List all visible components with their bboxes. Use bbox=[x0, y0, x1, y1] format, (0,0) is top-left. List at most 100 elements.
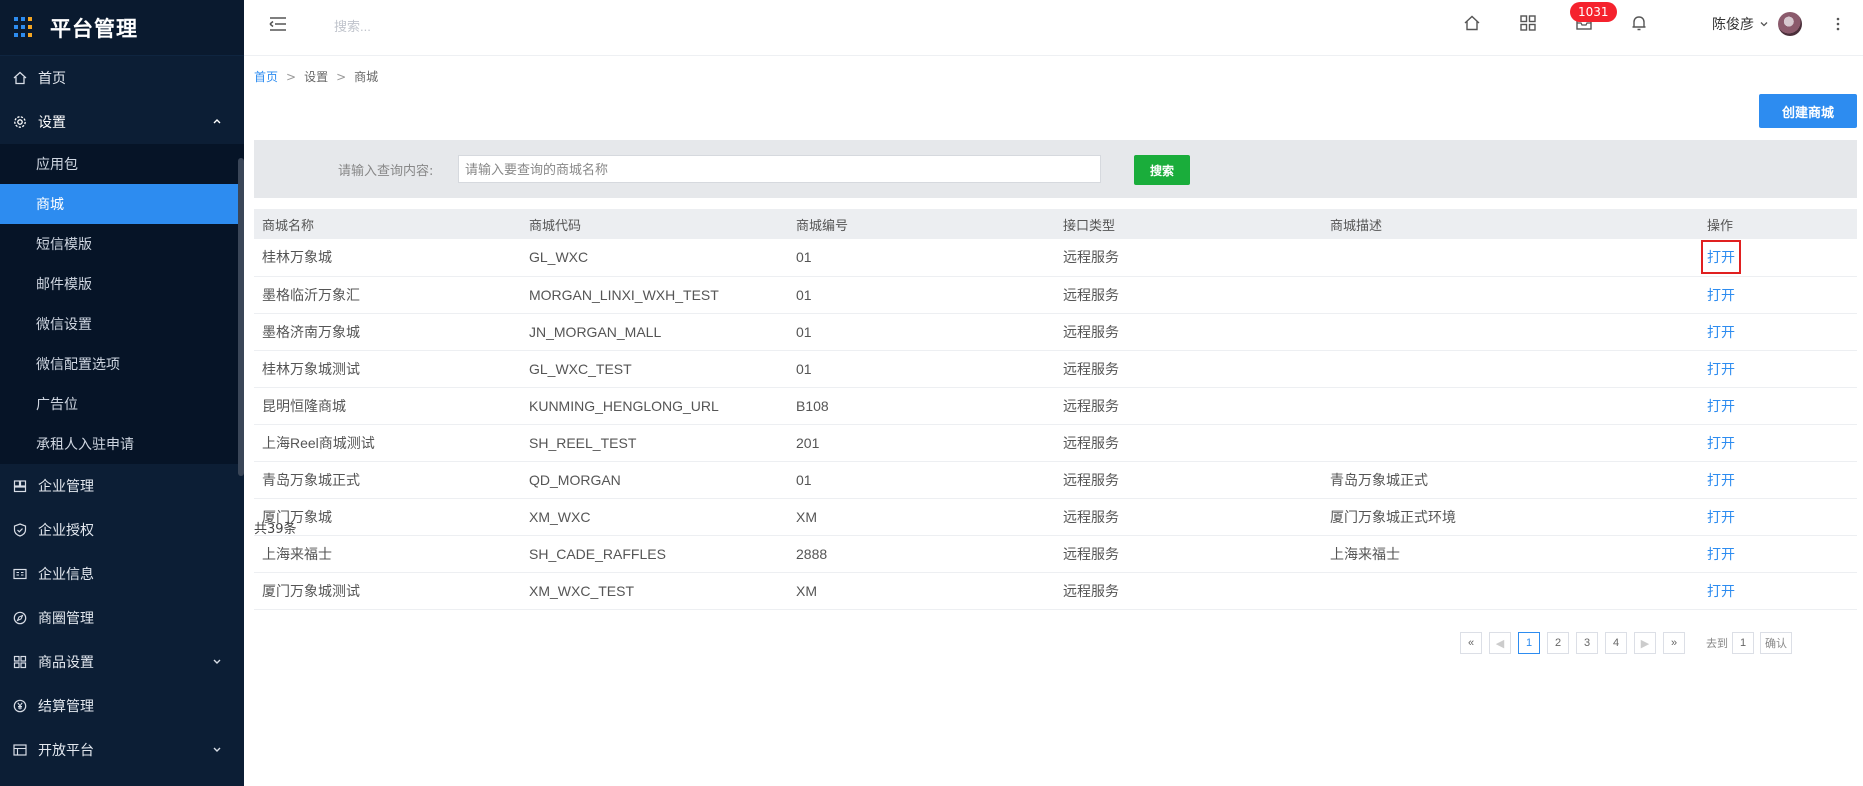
cell-mall-code: GL_WXC_TEST bbox=[521, 350, 788, 388]
open-link[interactable]: 打开 bbox=[1703, 354, 1739, 384]
table-row: 上海Reel商城测试 SH_REEL_TEST 201 远程服务 打开 bbox=[254, 424, 1857, 462]
page-button-2[interactable]: 2 bbox=[1547, 632, 1569, 654]
user-menu[interactable]: 陈俊彦 bbox=[1712, 12, 1802, 36]
gear-icon bbox=[12, 114, 28, 130]
apps-grid-icon[interactable] bbox=[1519, 14, 1537, 32]
page-button-4[interactable]: 4 bbox=[1605, 632, 1627, 654]
header-operations: 操作 bbox=[1699, 209, 1857, 239]
goto-page-input[interactable] bbox=[1732, 632, 1754, 654]
open-link[interactable]: 打开 bbox=[1703, 391, 1739, 421]
open-link[interactable]: 打开 bbox=[1703, 317, 1739, 347]
cell-interface-type: 远程服务 bbox=[1055, 461, 1322, 499]
app-title: 平台管理 bbox=[50, 16, 138, 41]
table-row: 桂林万象城测试 GL_WXC_TEST 01 远程服务 打开 bbox=[254, 350, 1857, 388]
home-icon[interactable] bbox=[1463, 14, 1481, 32]
chevron-down-icon bbox=[210, 742, 224, 756]
last-page-button[interactable]: » bbox=[1663, 632, 1685, 654]
header-mall-code: 商城代码 bbox=[521, 209, 788, 239]
cell-mall-number: 01 bbox=[788, 276, 1055, 314]
cell-mall-number: 01 bbox=[788, 350, 1055, 388]
goto-confirm-button[interactable]: 确认 bbox=[1760, 632, 1792, 654]
table-row: 厦门万象城 XM_WXC XM 远程服务 厦门万象城正式环境 打开 bbox=[254, 498, 1857, 536]
cell-operations: 打开 bbox=[1699, 239, 1857, 277]
breadcrumb-settings[interactable]: 设置 bbox=[304, 70, 328, 84]
page-button-1[interactable]: 1 bbox=[1518, 632, 1540, 654]
sidebar-subitem-wechat-config[interactable]: 微信配置选项 bbox=[0, 344, 244, 384]
sidebar-item-label: 商圈管理 bbox=[38, 611, 94, 627]
cell-operations: 打开 bbox=[1699, 313, 1857, 351]
bell-icon[interactable] bbox=[1630, 14, 1648, 32]
cell-mall-number: 201 bbox=[788, 424, 1055, 462]
breadcrumb-current: 商城 bbox=[354, 70, 379, 84]
sidebar-subitem-mall[interactable]: 商城 bbox=[0, 184, 244, 224]
first-page-button[interactable]: « bbox=[1460, 632, 1482, 654]
sidebar-item-product-settings[interactable]: 商品设置 bbox=[0, 640, 244, 684]
open-link[interactable]: 打开 bbox=[1703, 428, 1739, 458]
menu-toggle-icon[interactable] bbox=[268, 14, 288, 34]
sidebar-subitem-app-package[interactable]: 应用包 bbox=[0, 144, 244, 184]
cell-mall-code: MORGAN_LINXI_WXH_TEST bbox=[521, 276, 788, 314]
cell-mall-name: 上海来福士 bbox=[254, 535, 521, 573]
more-options-icon[interactable] bbox=[1834, 14, 1842, 34]
sidebar-item-open-platform[interactable]: 开放平台 bbox=[0, 728, 244, 772]
global-search-input[interactable] bbox=[334, 14, 574, 38]
sidebar-item-settlement[interactable]: 结算管理 bbox=[0, 684, 244, 728]
mall-search-input[interactable] bbox=[458, 155, 1101, 183]
open-link[interactable]: 打开 bbox=[1703, 280, 1739, 310]
cell-mall-name: 厦门万象城测试 bbox=[254, 572, 521, 610]
cell-interface-type: 远程服务 bbox=[1055, 239, 1322, 277]
open-link[interactable]: 打开 bbox=[1703, 465, 1739, 495]
sidebar-subitem-ad-slot[interactable]: 广告位 bbox=[0, 384, 244, 424]
grid-icon bbox=[12, 654, 28, 670]
cell-operations: 打开 bbox=[1699, 424, 1857, 462]
cell-mall-number: 01 bbox=[788, 239, 1055, 277]
sidebar-item-enterprise-info[interactable]: 企业信息 bbox=[0, 552, 244, 596]
table-row: 桂林万象城 GL_WXC 01 远程服务 打开 bbox=[254, 239, 1857, 277]
sidebar-subitem-tenant-application[interactable]: 承租人入驻申请 bbox=[0, 424, 244, 464]
page-button-3[interactable]: 3 bbox=[1576, 632, 1598, 654]
cell-mall-description bbox=[1322, 276, 1699, 314]
cell-mall-description bbox=[1322, 424, 1699, 462]
cell-interface-type: 远程服务 bbox=[1055, 535, 1322, 573]
sidebar-subitem-sms-template[interactable]: 短信模版 bbox=[0, 224, 244, 264]
open-link[interactable]: 打开 bbox=[1703, 502, 1739, 532]
open-link[interactable]: 打开 bbox=[1703, 539, 1739, 569]
cell-mall-number: XM bbox=[788, 498, 1055, 536]
home-icon bbox=[12, 70, 28, 86]
header-mall-name: 商城名称 bbox=[254, 209, 521, 239]
cell-mall-number: 01 bbox=[788, 313, 1055, 351]
chevron-up-icon bbox=[210, 114, 224, 128]
avatar bbox=[1778, 12, 1802, 36]
settings-submenu: 应用包 商城 短信模版 邮件模版 微信设置 微信配置选项 广告位 承租人入驻申请 bbox=[0, 144, 244, 464]
create-mall-button[interactable]: 创建商城 bbox=[1759, 94, 1857, 128]
app-grid-logo-icon bbox=[14, 16, 36, 39]
breadcrumb-home-link[interactable]: 首页 bbox=[254, 70, 278, 84]
pagination: « ◀ 1 2 3 4 ▶ » 去到 确认 bbox=[1460, 632, 1792, 654]
cell-mall-code: XM_WXC_TEST bbox=[521, 572, 788, 610]
table-row: 青岛万象城正式 QD_MORGAN 01 远程服务 青岛万象城正式 打开 bbox=[254, 461, 1857, 499]
sidebar-item-home[interactable]: 首页 bbox=[0, 56, 244, 100]
breadcrumb-separator: > bbox=[286, 70, 297, 84]
sidebar-item-label: 设置 bbox=[38, 115, 66, 131]
cell-interface-type: 远程服务 bbox=[1055, 424, 1322, 462]
open-link[interactable]: 打开 bbox=[1701, 240, 1741, 275]
sidebar-item-business-district[interactable]: 商圈管理 bbox=[0, 596, 244, 640]
sidebar: 平台管理 首页 设置 应用包 商城 短信模版 邮件模版 微信设置 微信配置选项 … bbox=[0, 0, 244, 786]
next-page-button[interactable]: ▶ bbox=[1634, 632, 1656, 654]
prev-page-button[interactable]: ◀ bbox=[1489, 632, 1511, 654]
cell-mall-number: B108 bbox=[788, 387, 1055, 425]
search-button[interactable]: 搜索 bbox=[1134, 155, 1190, 185]
cell-operations: 打开 bbox=[1699, 350, 1857, 388]
sidebar-subitem-email-template[interactable]: 邮件模版 bbox=[0, 264, 244, 304]
cell-operations: 打开 bbox=[1699, 535, 1857, 573]
sidebar-item-settings[interactable]: 设置 bbox=[0, 100, 244, 144]
open-link[interactable]: 打开 bbox=[1703, 576, 1739, 606]
sidebar-item-enterprise-authorization[interactable]: 企业授权 bbox=[0, 508, 244, 552]
cell-operations: 打开 bbox=[1699, 461, 1857, 499]
cell-interface-type: 远程服务 bbox=[1055, 313, 1322, 351]
sidebar-item-label: 企业授权 bbox=[38, 523, 94, 539]
sidebar-item-enterprise-management[interactable]: 企业管理 bbox=[0, 464, 244, 508]
sidebar-subitem-wechat-settings[interactable]: 微信设置 bbox=[0, 304, 244, 344]
cell-mall-code: KUNMING_HENGLONG_URL bbox=[521, 387, 788, 425]
cell-mall-name: 墨格济南万象城 bbox=[254, 313, 521, 351]
